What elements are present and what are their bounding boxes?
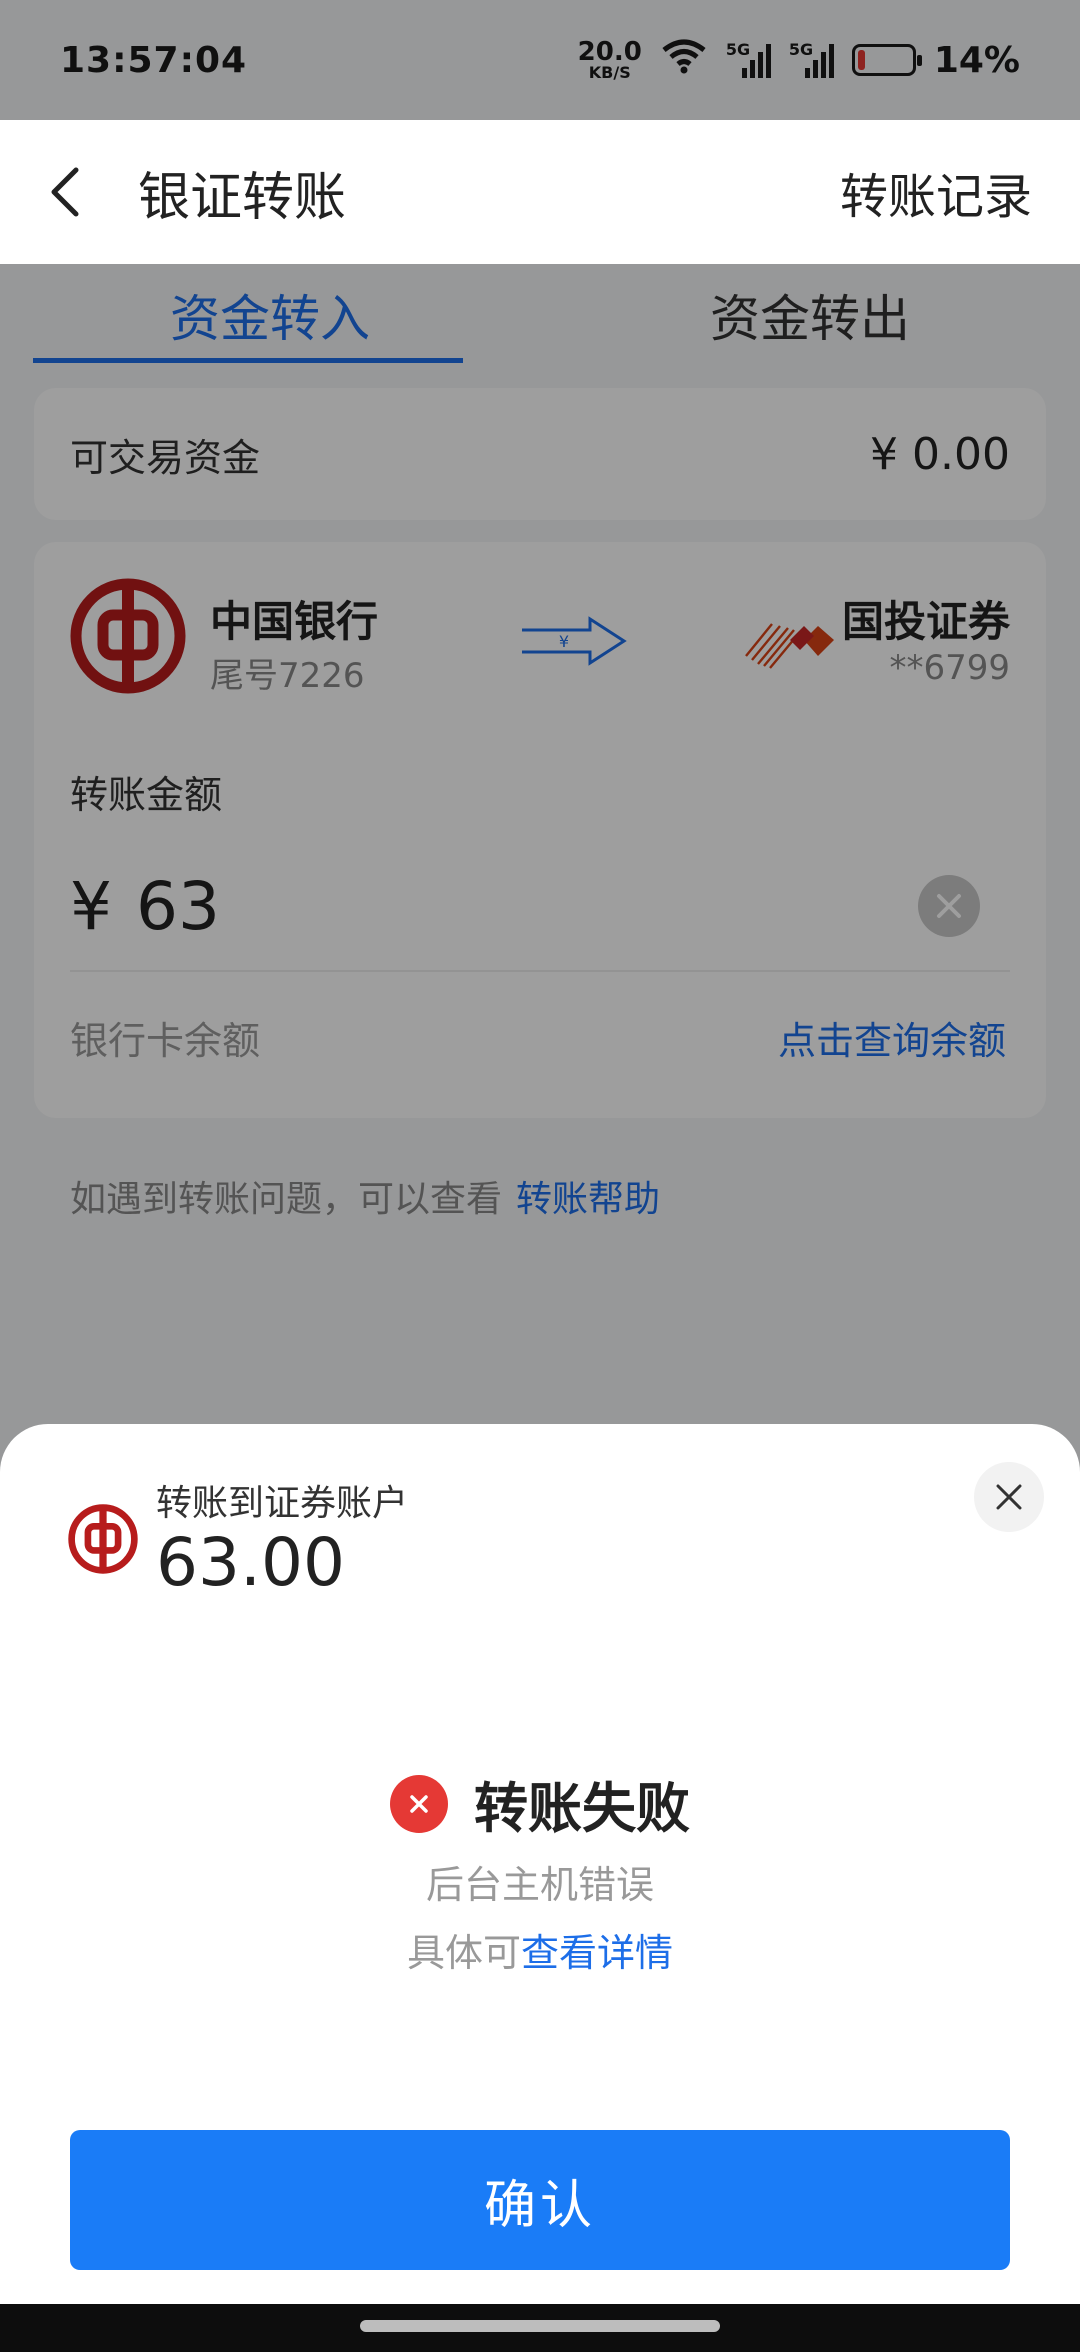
fail-detail: 具体可查看详情 — [0, 1922, 1080, 1977]
error-icon — [390, 1774, 448, 1833]
confirm-button[interactable]: 确认 — [70, 2130, 1010, 2270]
app-header: 银证转账 转账记录 — [0, 120, 1080, 264]
sheet-subtitle: 转账到证券账户 — [156, 1483, 409, 1524]
sheet-amount: 63.00 — [156, 1524, 345, 1601]
fail-status: 转账失败 — [0, 1764, 1080, 1843]
result-sheet: 转账到证券账户 63.00 转账失败 后台主机错误 具体可查看详情 确认 — [0, 1424, 1080, 2304]
fail-reason: 后台主机错误 — [425, 1863, 654, 1907]
close-icon[interactable] — [974, 1462, 1044, 1532]
detail-prefix: 具体可 — [406, 1931, 521, 1975]
boc-logo-icon — [68, 1504, 138, 1574]
page-title: 银证转账 — [138, 167, 347, 228]
status-dim-overlay — [0, 0, 1080, 120]
fail-title: 转账失败 — [474, 1777, 690, 1840]
transfer-record-link[interactable]: 转账记录 — [840, 157, 1032, 227]
view-detail-link[interactable]: 查看详情 — [521, 1931, 673, 1975]
back-icon[interactable] — [48, 162, 88, 222]
home-indicator[interactable] — [360, 2320, 720, 2332]
